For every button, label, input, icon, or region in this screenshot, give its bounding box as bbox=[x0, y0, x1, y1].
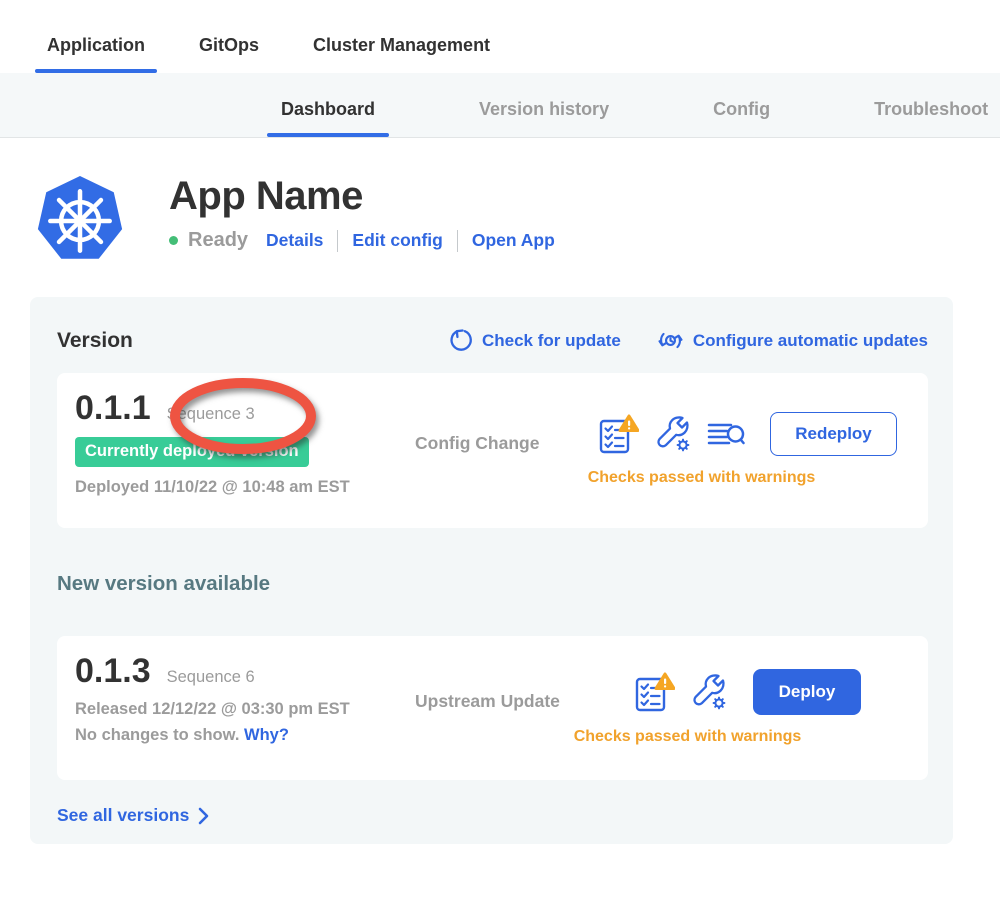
status-badge: Ready bbox=[188, 229, 248, 252]
version-panel: Version Check for update bbox=[30, 297, 953, 844]
deployed-timestamp: Deployed 11/10/22 @ 10:48 am EST bbox=[75, 478, 415, 497]
top-nav-item-gitops[interactable]: GitOps bbox=[197, 35, 261, 73]
view-diff-icon[interactable] bbox=[707, 417, 745, 451]
version-section-title: Version bbox=[57, 329, 133, 353]
why-link[interactable]: Why? bbox=[244, 726, 289, 744]
checks-status-available: Checks passed with warnings bbox=[574, 728, 802, 746]
divider bbox=[457, 230, 458, 252]
current-version-source: Config Change bbox=[415, 433, 583, 454]
divider bbox=[337, 230, 338, 252]
tab-version-history[interactable]: Version history bbox=[477, 99, 611, 137]
deploy-button[interactable]: Deploy bbox=[753, 669, 862, 715]
no-changes-text: No changes to show. bbox=[75, 726, 239, 744]
preflight-checks-icon[interactable] bbox=[598, 413, 639, 455]
top-nav-item-application[interactable]: Application bbox=[45, 35, 147, 73]
check-for-update-link[interactable]: Check for update bbox=[448, 328, 621, 353]
see-all-versions-link[interactable]: See all versions bbox=[57, 805, 928, 826]
app-header: App Name Ready Details Edit config Open … bbox=[35, 174, 1000, 268]
configure-automatic-updates-label: Configure automatic updates bbox=[693, 331, 928, 351]
kubernetes-logo-icon bbox=[35, 174, 125, 268]
open-app-link[interactable]: Open App bbox=[472, 230, 555, 251]
current-version-sequence: Sequence 3 bbox=[167, 405, 255, 424]
top-nav-item-cluster-management[interactable]: Cluster Management bbox=[311, 35, 492, 73]
released-timestamp: Released 12/12/22 @ 03:30 pm EST bbox=[75, 700, 415, 719]
preflight-checks-icon[interactable] bbox=[634, 671, 675, 713]
status-dot-icon bbox=[169, 236, 178, 245]
edit-config-link[interactable]: Edit config bbox=[352, 230, 442, 251]
auto-update-schedule-icon bbox=[657, 327, 684, 354]
config-wrench-icon[interactable] bbox=[690, 673, 728, 711]
available-version-sequence: Sequence 6 bbox=[167, 668, 255, 687]
see-all-versions-label: See all versions bbox=[57, 805, 189, 826]
details-link[interactable]: Details bbox=[266, 230, 323, 251]
no-changes-line: No changes to show. Why? bbox=[75, 726, 415, 745]
tab-config[interactable]: Config bbox=[711, 99, 772, 137]
page-title: App Name bbox=[169, 174, 555, 218]
top-nav: Application GitOps Cluster Management bbox=[0, 0, 1000, 73]
config-wrench-icon[interactable] bbox=[654, 415, 692, 453]
check-for-update-label: Check for update bbox=[482, 331, 621, 351]
configure-automatic-updates-link[interactable]: Configure automatic updates bbox=[657, 327, 928, 354]
refresh-icon bbox=[448, 328, 473, 353]
available-version-card: 0.1.3 Sequence 6 Released 12/12/22 @ 03:… bbox=[57, 636, 928, 780]
checks-status-current: Checks passed with warnings bbox=[588, 469, 816, 487]
currently-deployed-badge: Currently deployed version bbox=[75, 437, 309, 467]
current-version-number: 0.1.1 bbox=[75, 389, 151, 428]
available-version-number: 0.1.3 bbox=[75, 652, 151, 691]
available-version-source: Upstream Update bbox=[415, 691, 583, 712]
new-version-heading: New version available bbox=[57, 572, 928, 596]
tab-troubleshoot[interactable]: Troubleshoot bbox=[872, 99, 990, 137]
current-version-card: 0.1.1 Sequence 3 Currently deployed vers… bbox=[57, 373, 928, 528]
chevron-right-icon bbox=[198, 807, 209, 825]
tab-dashboard[interactable]: Dashboard bbox=[279, 99, 377, 137]
redeploy-button[interactable]: Redeploy bbox=[770, 412, 897, 456]
app-sub-nav: Dashboard Version history Config Trouble… bbox=[0, 73, 1000, 138]
